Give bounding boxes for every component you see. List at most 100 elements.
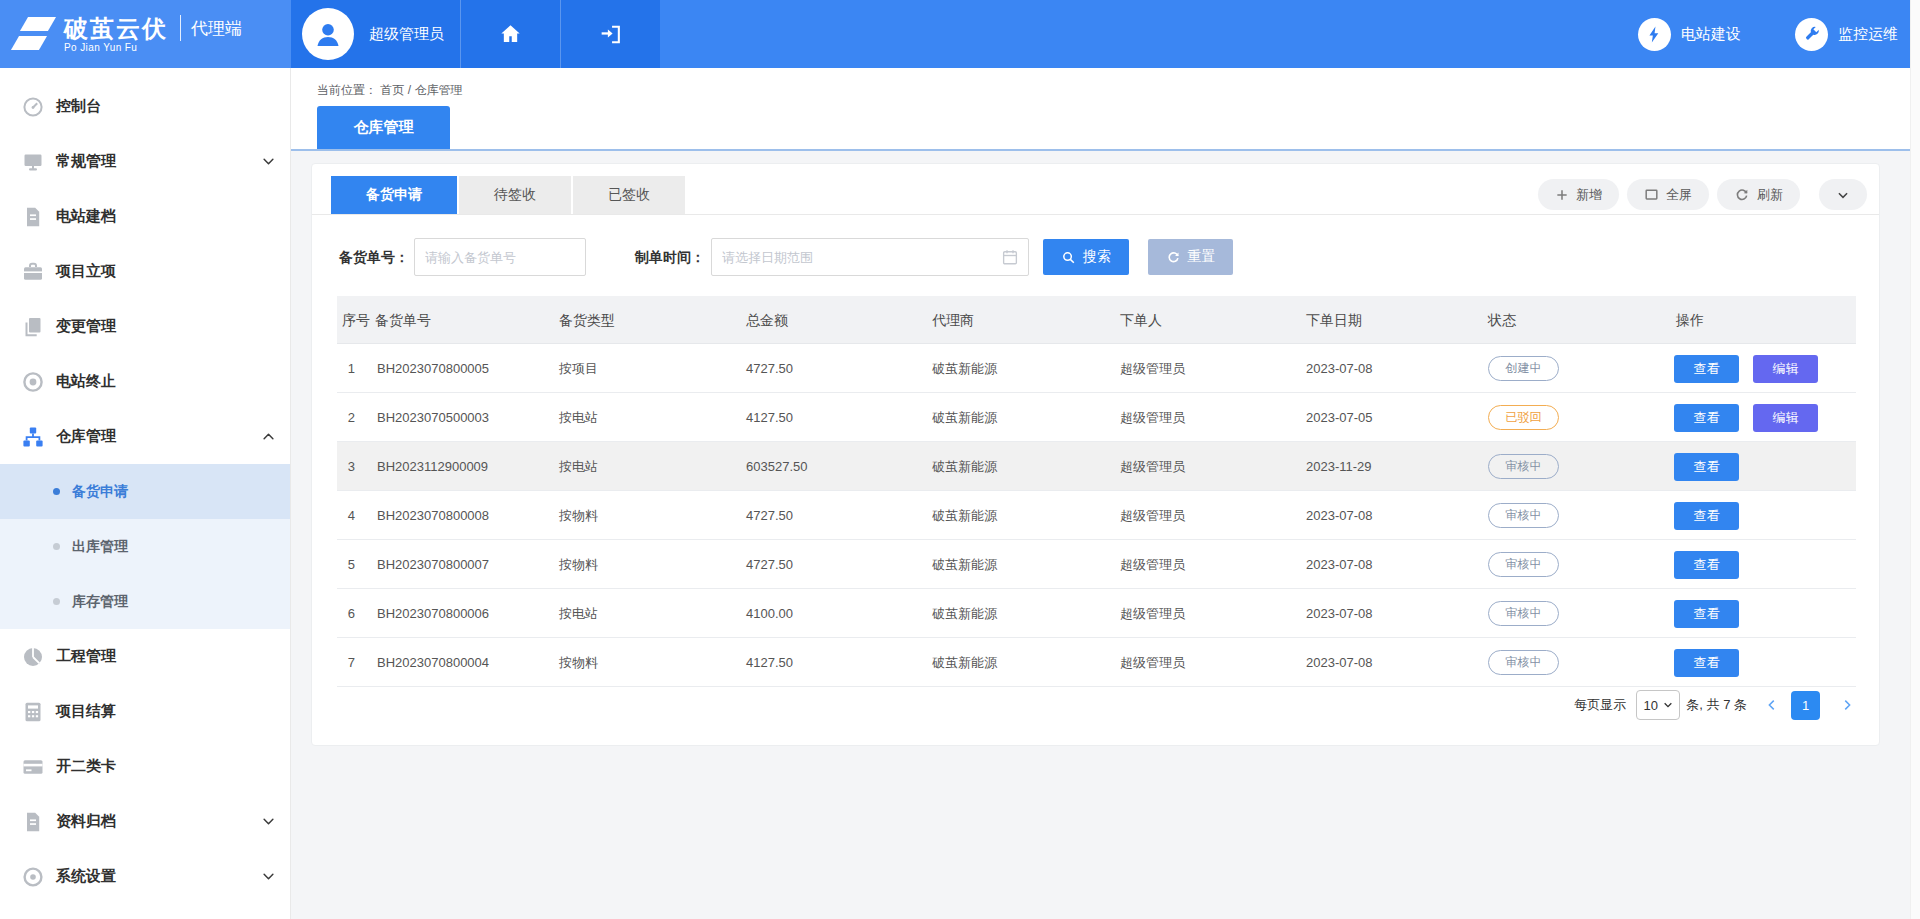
refresh-button[interactable]: 刷新 [1717, 179, 1800, 210]
cell-index: 2 [337, 393, 355, 442]
user-name: 超级管理员 [369, 25, 444, 44]
search-button[interactable]: 搜索 [1043, 239, 1129, 275]
table-row: 5BH2023070800007按物料4727.50破茧新能源超级管理员2023… [337, 540, 1856, 589]
cell-orderer: 超级管理员 [1120, 491, 1185, 540]
cell-order-no: BH2023070800008 [377, 491, 489, 540]
sidebar-item[interactable]: 电站终止 [0, 354, 290, 409]
sidebar-item[interactable]: 电站建档 [0, 189, 290, 244]
cell-agent: 破茧新能源 [932, 344, 997, 393]
cell-order-no: BH2023070500003 [377, 393, 489, 442]
calendar-icon[interactable] [1001, 248, 1019, 266]
tab[interactable]: 备货申请 [331, 176, 457, 214]
column-header: 下单日期 [1306, 296, 1362, 344]
sidebar-item[interactable]: 仓库管理 [0, 409, 290, 464]
cell-amount: 4100.00 [746, 589, 793, 638]
view-button[interactable]: 查看 [1674, 404, 1739, 432]
view-button[interactable]: 查看 [1674, 453, 1739, 481]
column-header: 代理商 [932, 296, 974, 344]
cell-orderer: 超级管理员 [1120, 442, 1185, 491]
calculator-icon [21, 700, 45, 724]
order-no-input[interactable] [414, 238, 586, 276]
date-label: 制单时间： [635, 238, 705, 276]
sidebar-item[interactable]: 系统设置 [0, 849, 290, 904]
logout-button[interactable] [560, 0, 660, 68]
select-caret-icon [1663, 700, 1673, 710]
sidebar-item-label: 变更管理 [56, 317, 116, 336]
sidebar-item[interactable]: 工程管理 [0, 629, 290, 684]
fullscreen-icon [1644, 187, 1659, 202]
sidebar-item[interactable]: 常规管理 [0, 134, 290, 189]
cell-date: 2023-07-08 [1306, 638, 1373, 687]
cell-type: 按物料 [559, 638, 598, 687]
sidebar-item-label: 仓库管理 [56, 427, 116, 446]
brand-title: 破茧云伏 [64, 16, 168, 42]
status-badge: 审核中 [1488, 601, 1559, 626]
view-button[interactable]: 查看 [1674, 355, 1739, 383]
next-page-icon[interactable] [1840, 698, 1854, 712]
view-button[interactable]: 查看 [1674, 600, 1739, 628]
tab[interactable]: 已签收 [573, 176, 685, 214]
sidebar-item-label: 资料归档 [56, 812, 116, 831]
briefcase-icon [21, 260, 45, 284]
page-tab-warehouse[interactable]: 仓库管理 [317, 106, 450, 149]
scrollbar[interactable] [1910, 0, 1920, 919]
cell-amount: 603527.50 [746, 442, 807, 491]
cell-index: 6 [337, 589, 355, 638]
breadcrumb-home[interactable]: 首页 [380, 83, 404, 97]
collapse-button[interactable] [1819, 179, 1867, 210]
home-button[interactable] [460, 0, 560, 68]
plus-icon [1555, 188, 1569, 202]
prev-page-icon[interactable] [1765, 698, 1779, 712]
add-button[interactable]: 新增 [1538, 179, 1619, 210]
tab[interactable]: 待签收 [459, 176, 571, 214]
sidebar-item[interactable]: 变更管理 [0, 299, 290, 354]
cell-date: 2023-07-08 [1306, 540, 1373, 589]
gear-icon [21, 865, 45, 889]
table-row: 1BH2023070800005按项目4727.50破茧新能源超级管理员2023… [337, 344, 1856, 393]
link-monitor-ops[interactable]: 监控运维 [1795, 18, 1898, 51]
edit-button[interactable]: 编辑 [1753, 355, 1818, 383]
cell-index: 1 [337, 344, 355, 393]
view-button[interactable]: 查看 [1674, 502, 1739, 530]
cell-agent: 破茧新能源 [932, 442, 997, 491]
order-table: 序号备货单号备货类型总金额代理商下单人下单日期状态操作1 BH2023070800… [337, 296, 1856, 687]
link-power-construction[interactable]: 电站建设 [1638, 18, 1741, 51]
per-page-select[interactable]: 10 [1636, 690, 1680, 720]
cell-orderer: 超级管理员 [1120, 638, 1185, 687]
breadcrumb-separator: / [408, 83, 411, 97]
view-button[interactable]: 查看 [1674, 649, 1739, 677]
sidebar-item[interactable]: 项目结算 [0, 684, 290, 739]
user-menu[interactable]: 超级管理员 [291, 0, 460, 68]
date-range-input[interactable] [711, 238, 1029, 276]
brand-portal-label: 代理端 [191, 17, 242, 40]
fullscreen-button[interactable]: 全屏 [1627, 179, 1709, 210]
sidebar-subitem[interactable]: 出库管理 [0, 519, 290, 574]
cell-index: 5 [337, 540, 355, 589]
sidebar-item[interactable]: 资料归档 [0, 794, 290, 849]
sidebar-item[interactable]: 项目立项 [0, 244, 290, 299]
reset-icon [1166, 250, 1181, 265]
cell-type: 按物料 [559, 540, 598, 589]
edit-button[interactable]: 编辑 [1753, 404, 1818, 432]
main-card: 备货申请待签收已签收 新增 全屏 刷新 备货单号： 制单时间： 搜索 重置 序号… [311, 163, 1880, 746]
cell-order-no: BH2023070800004 [377, 638, 489, 687]
sidebar-item[interactable]: 控制台 [0, 79, 290, 134]
cell-order-no: BH2023070800005 [377, 344, 489, 393]
status-badge: 创建中 [1488, 356, 1559, 381]
reset-button[interactable]: 重置 [1148, 239, 1233, 275]
sidebar-item-label: 工程管理 [56, 647, 116, 666]
page-number[interactable]: 1 [1791, 691, 1820, 720]
monitor-icon [21, 150, 45, 174]
view-button[interactable]: 查看 [1674, 551, 1739, 579]
sidebar-item-label: 系统设置 [56, 867, 116, 886]
sidebar-item[interactable]: 开二类卡 [0, 739, 290, 794]
sidebar-subitem[interactable]: 库存管理 [0, 574, 290, 629]
status-badge: 已驳回 [1488, 405, 1559, 430]
file-icon [21, 205, 45, 229]
sidebar-item-label: 开二类卡 [56, 757, 116, 776]
table-row: 2BH2023070500003按电站4127.50破茧新能源超级管理员2023… [337, 393, 1856, 442]
table-header: 序号备货单号备货类型总金额代理商下单人下单日期状态操作 [337, 296, 1856, 344]
sidebar-subitem[interactable]: 备货申请 [0, 464, 290, 519]
copy-icon [21, 315, 45, 339]
topbar: 破茧云伏 Po Jian Yun Fu 代理端 超级管理员 电站建设 监控运维 [0, 0, 1920, 68]
